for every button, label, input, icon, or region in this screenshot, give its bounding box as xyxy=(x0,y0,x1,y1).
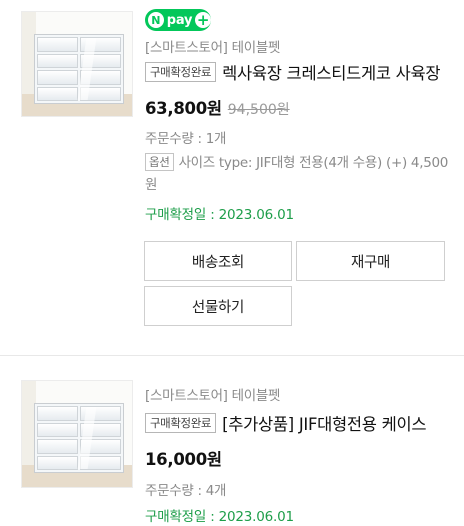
product-title[interactable]: [추가상품] JIF대형전용 케이스 xyxy=(222,411,426,435)
purchase-confirmed-date: 구매확정일 : 2023.06.01 xyxy=(145,207,294,223)
price: 16,000원 xyxy=(145,450,222,469)
product-thumbnail[interactable] xyxy=(21,380,133,488)
rack-cell xyxy=(37,422,78,437)
rack-cell xyxy=(37,37,78,52)
option-row: 옵션 사이즈 type: JIF대형 전용(4개 수용) (+) 4,500원 xyxy=(145,152,455,196)
product-title[interactable]: 렉사육장 크레스티드게코 사육장 xyxy=(222,60,440,84)
rack-cell xyxy=(37,455,78,470)
price-row: 63,800원 94,500원 xyxy=(145,95,290,119)
gift-button[interactable]: 선물하기 xyxy=(144,286,292,326)
option-badge: 옵션 xyxy=(145,153,174,171)
npay-text: pay xyxy=(166,12,193,28)
plus-icon: + xyxy=(195,11,211,29)
order-item: N pay + [스마트스토어] 테이블펫 구매확정완료 렉사육장 크레스티드게… xyxy=(0,0,464,355)
store-name[interactable]: [스마트스토어] 테이블펫 xyxy=(145,384,280,404)
track-delivery-button[interactable]: 배송조회 xyxy=(144,241,292,281)
rack-cell xyxy=(37,70,78,85)
rack-cell xyxy=(37,86,78,101)
purchase-confirmed-date: 구매확정일 : 2023.06.01 xyxy=(145,509,294,525)
price: 63,800원 xyxy=(145,99,222,118)
order-quantity: 주문수량 : 4개 xyxy=(145,483,227,499)
store-name[interactable]: [스마트스토어] 테이블펫 xyxy=(145,36,280,56)
status-badge: 구매확정완료 xyxy=(145,62,217,82)
status-badge: 구매확정완료 xyxy=(145,413,217,433)
product-title-row[interactable]: 구매확정완료 [추가상품] JIF대형전용 케이스 xyxy=(145,411,449,435)
rack-cell xyxy=(37,439,78,454)
product-title-row[interactable]: 구매확정완료 렉사육장 크레스티드게코 사육장 xyxy=(145,60,449,84)
order-item: [스마트스토어] 테이블펫 구매확정완료 [추가상품] JIF대형전용 케이스 … xyxy=(0,372,464,526)
original-price: 94,500원 xyxy=(227,102,290,118)
order-quantity: 주문수량 : 1개 xyxy=(145,131,227,147)
npay-badge: N pay + xyxy=(145,9,211,31)
rack-cell xyxy=(37,53,78,68)
rebuy-button[interactable]: 재구매 xyxy=(296,241,445,281)
divider xyxy=(0,355,464,356)
rack-cell xyxy=(37,406,78,421)
npay-n-icon: N xyxy=(148,12,164,28)
price-row: 16,000원 xyxy=(145,446,222,470)
product-thumbnail[interactable] xyxy=(21,11,133,117)
option-text: 사이즈 type: JIF대형 전용(4개 수용) (+) 4,500원 xyxy=(145,155,449,193)
